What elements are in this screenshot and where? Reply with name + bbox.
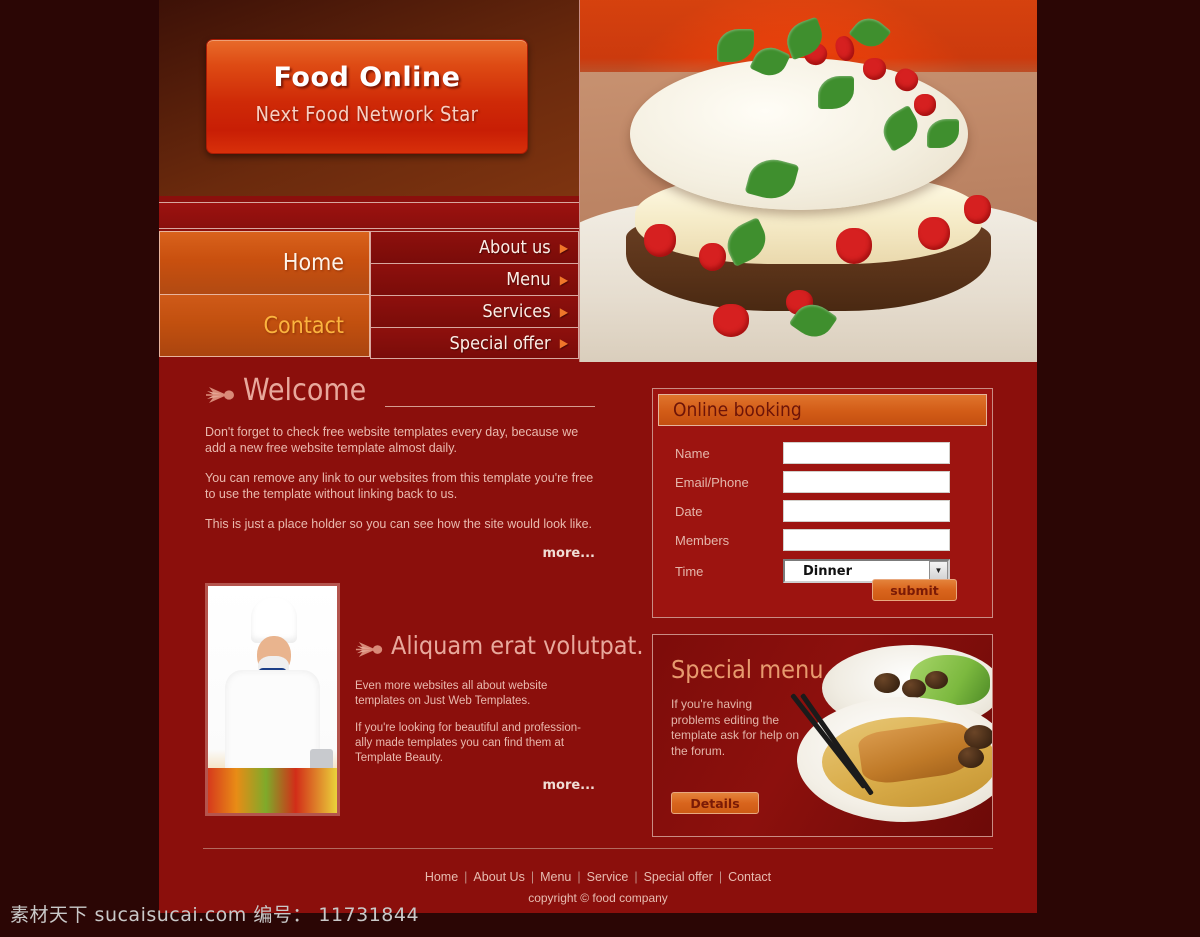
welcome-paragraph-3: This is just a place holder so you can s… (205, 517, 593, 531)
date-label: Date (675, 503, 703, 519)
booking-form: Name Email/Phone Date Members Time Dinne… (653, 426, 992, 584)
welcome-paragraph-2: You can remove any link to our websites … (205, 471, 594, 501)
nav-item-about-us-label: About us (478, 237, 551, 258)
nav-secondary-column: About us ▶ Menu ▶ Services ▶ Special off… (370, 231, 579, 359)
form-row-email-phone: Email/Phone (675, 471, 992, 493)
footer-link-about-us[interactable]: About Us (473, 870, 524, 884)
welcome-more-link[interactable]: more... (205, 546, 595, 561)
chevron-right-icon: ▶ (559, 304, 568, 319)
footer-divider (203, 848, 993, 849)
header-cake-photo (579, 0, 1037, 362)
date-input[interactable] (783, 500, 950, 522)
heading-divider (385, 406, 595, 407)
nav-primary-column: Home Contact (159, 231, 370, 358)
nav-columns: Home Contact About us ▶ Menu ▶ Services … (159, 231, 579, 359)
nav-item-home[interactable]: Home (159, 231, 370, 294)
chef-portrait-photo (205, 583, 340, 816)
chevron-right-icon: ▶ (559, 336, 568, 350)
stock-site-watermark: 素材天下 sucaisucai.com 编号： 11731844 (10, 904, 420, 926)
special-menu-panel: Special menu If you're having problems e… (652, 634, 993, 837)
footer-link-home[interactable]: Home (425, 870, 458, 884)
chef-paragraph-1: Even more websites all about website tem… (355, 680, 548, 707)
content-right-column: Online booking Name Email/Phone Date Mem… (652, 388, 993, 837)
chef-more-link[interactable]: more... (355, 778, 595, 793)
footer-link-contact[interactable]: Contact (728, 870, 771, 884)
fan-ornament-icon (205, 385, 237, 405)
footer-separator: | (464, 870, 468, 884)
logo-subtitle: Next Food Network Star (255, 102, 479, 126)
online-booking-panel: Online booking Name Email/Phone Date Mem… (652, 388, 993, 618)
name-label: Name (675, 445, 710, 461)
nav-item-about-us[interactable]: About us ▶ (370, 231, 579, 263)
nav-item-services[interactable]: Services ▶ (370, 295, 579, 327)
chevron-down-icon[interactable]: ▼ (929, 561, 948, 580)
page-root: Food Online Next Food Network Star Home … (0, 0, 1200, 937)
welcome-paragraph-1: Don't forget to check free website templ… (205, 425, 579, 455)
nav-item-special-offer-label: Special offer (449, 332, 551, 354)
chef-section: Aliquam erat volutpat. Even more website… (205, 583, 643, 818)
nav-item-special-offer[interactable]: Special offer ▶ (370, 327, 579, 359)
chevron-right-icon: ▶ (559, 240, 568, 255)
chef-section-header: Aliquam erat volutpat. (355, 631, 643, 667)
footer-separator: | (530, 870, 535, 884)
nav-item-menu-label: Menu (506, 269, 551, 290)
nav-item-services-label: Services (482, 301, 551, 322)
special-menu-title: Special menu (671, 655, 824, 684)
form-row-date: Date (675, 500, 992, 522)
fan-ornament-icon (355, 640, 387, 660)
site-container: Food Online Next Food Network Star Home … (159, 0, 1037, 913)
footer-separator: | (577, 870, 581, 884)
nav-item-contact-label: Contact (263, 312, 345, 339)
members-input[interactable] (783, 529, 950, 551)
chef-title: Aliquam erat volutpat. (391, 631, 644, 660)
time-label: Time (675, 563, 704, 579)
nav-item-contact[interactable]: Contact (159, 294, 370, 357)
chevron-right-icon: ▶ (559, 272, 568, 287)
footer-separator: | (718, 870, 723, 884)
logo-banner[interactable]: Food Online Next Food Network Star (206, 39, 528, 154)
welcome-section-header: Welcome (205, 373, 595, 412)
header-left-panel: Food Online Next Food Network Star (159, 0, 579, 196)
nav-item-menu[interactable]: Menu ▶ (370, 263, 579, 295)
details-button[interactable]: Details (671, 792, 759, 814)
footer-link-menu[interactable]: Menu (540, 870, 571, 884)
chef-paragraph-2: If you're looking for beautiful and prof… (355, 722, 581, 764)
main-content: Welcome Don't forget to check free websi… (159, 368, 1037, 848)
welcome-title: Welcome (243, 373, 367, 408)
logo-title: Food Online (273, 62, 461, 93)
footer-links: Home | About Us | Menu | Service | Special offer… (159, 870, 1037, 884)
special-menu-text: If you're having problems editing the te… (671, 697, 800, 758)
name-input[interactable] (783, 442, 950, 464)
email-phone-label: Email/Phone (675, 474, 749, 490)
nav-item-home-label: Home (282, 250, 344, 276)
footer-link-special-offer[interactable]: Special offer (644, 870, 713, 884)
form-row-members: Members (675, 529, 992, 551)
footer-link-service[interactable]: Service (587, 870, 629, 884)
email-phone-input[interactable] (783, 471, 950, 493)
nav-top-bar (159, 202, 579, 229)
online-booking-title: Online booking (658, 394, 987, 426)
members-label: Members (675, 532, 730, 548)
submit-button[interactable]: submit (872, 579, 957, 601)
form-row-name: Name (675, 442, 992, 464)
content-left-column: Welcome Don't forget to check free websi… (205, 373, 643, 818)
main-navigation: Home Contact About us ▶ Menu ▶ Services … (159, 196, 579, 362)
chef-text-block: Aliquam erat volutpat. Even more website… (355, 631, 643, 793)
footer-separator: | (634, 870, 638, 884)
